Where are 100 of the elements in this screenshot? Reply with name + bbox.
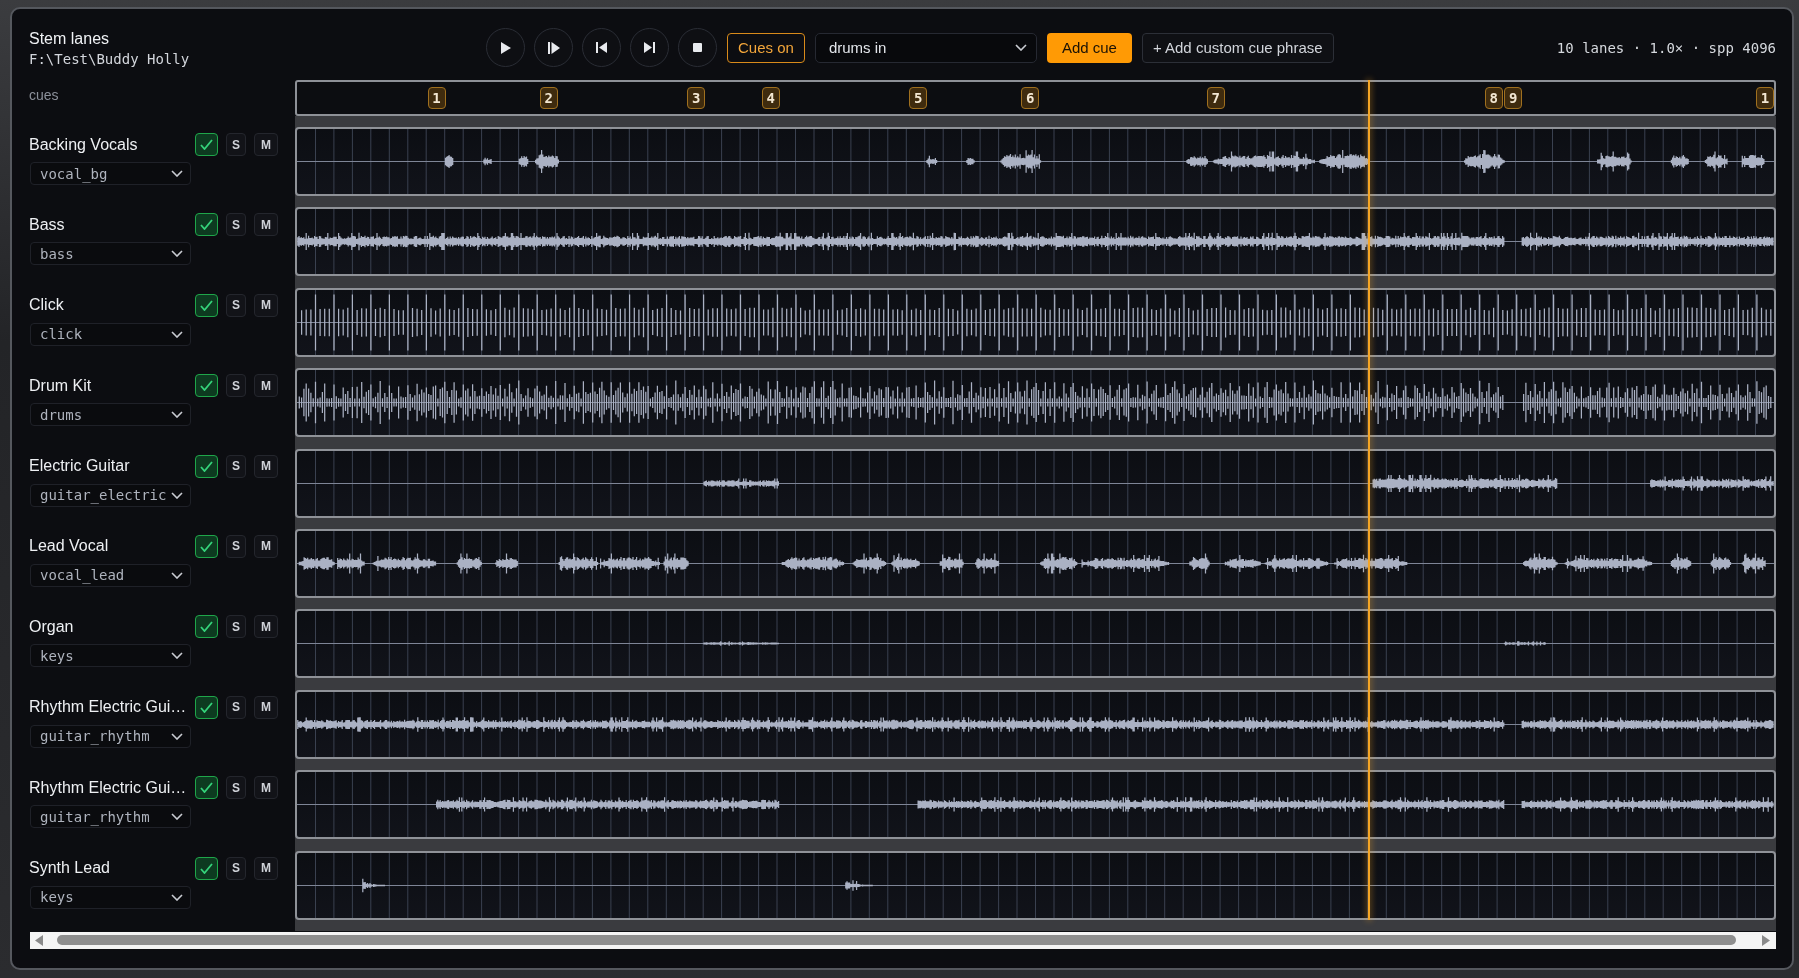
check-icon [200,701,213,713]
cue-select[interactable]: drums in [814,32,1037,63]
mute-button[interactable]: M [254,133,278,156]
solo-button[interactable]: S [226,213,246,237]
solo-button[interactable]: S [226,293,246,317]
cue-marker[interactable]: 3 [687,87,706,109]
cue-marker[interactable]: 7 [1206,87,1225,109]
chevron-down-icon [171,571,183,579]
check-icon [200,862,213,874]
solo-button[interactable]: S [226,776,246,800]
chevron-down-icon [171,652,183,660]
lane-info-text: 10 lanes · 1.0× · spp 4096 [1556,38,1776,57]
mute-button[interactable]: M [254,695,278,719]
mute-button[interactable]: M [254,454,278,478]
chevron-down-icon [171,813,183,821]
cue-marker[interactable]: 8 [1484,87,1503,109]
play-button[interactable] [486,28,525,67]
mute-button[interactable]: M [254,213,278,237]
enable-checkbox[interactable] [195,856,218,880]
cues-toggle-button[interactable]: Cues on [727,32,805,63]
enable-checkbox[interactable] [195,133,218,156]
cue-marker[interactable]: 1 [1756,87,1774,109]
stop-button[interactable] [678,28,717,67]
skip-back-icon [596,42,607,53]
stem-select[interactable]: guitar_electric [30,483,191,507]
enable-checkbox[interactable] [195,454,218,478]
lane-name: Organ [29,616,75,637]
check-icon [200,540,213,552]
stem-select[interactable]: drums [30,403,191,427]
stop-icon [693,43,702,52]
solo-button[interactable]: S [226,133,246,156]
stem-select[interactable]: keys [30,644,191,668]
chevron-down-icon [171,411,183,419]
panel-title: Stem lanes [29,29,110,49]
add-cue-button[interactable]: Add cue [1046,32,1132,63]
chevron-down-icon [171,491,183,499]
enable-checkbox[interactable] [195,374,218,398]
skip-forward-icon [644,42,655,53]
chevron-down-icon [171,732,183,740]
enable-checkbox[interactable] [195,615,218,639]
folder-path: F:\Test\Buddy Holly [29,50,190,68]
enable-checkbox[interactable] [195,534,218,558]
cues-label: cues [29,87,59,103]
play-icon [500,41,511,54]
check-icon [200,219,213,231]
mute-button[interactable]: M [254,776,278,800]
mute-button[interactable]: M [254,856,278,880]
check-icon [200,380,213,392]
cue-marker[interactable]: 2 [539,87,558,109]
skip-forward-button[interactable] [630,28,669,67]
stem-select[interactable]: keys [30,885,191,909]
solo-button[interactable]: S [226,695,246,719]
solo-button[interactable]: S [226,454,246,478]
enable-checkbox[interactable] [195,776,218,800]
mute-button[interactable]: M [254,374,278,398]
lane-name: Rhythm Electric Gui… [29,777,188,798]
solo-button[interactable]: S [226,534,246,558]
add-custom-cue-button[interactable]: + Add custom cue phrase [1141,32,1334,63]
chevron-down-icon [171,170,183,177]
skip-back-button[interactable] [582,28,621,67]
solo-button[interactable]: S [226,374,246,398]
cue-marker[interactable]: 1 [427,87,446,109]
bar-play-icon [547,41,560,54]
stem-select[interactable]: guitar_rhythm [30,724,191,748]
solo-button[interactable]: S [226,615,246,639]
lane-name: Synth Lead [29,858,111,878]
stem-select[interactable]: vocal_bg [30,162,191,185]
check-icon [200,299,213,311]
chevron-down-icon [171,893,183,901]
check-icon [200,139,213,150]
mute-button[interactable]: M [254,534,278,558]
left-triangle-icon[interactable] [35,934,43,946]
cue-marker[interactable]: 9 [1504,87,1523,109]
lane-name: Electric Guitar [29,456,131,477]
check-icon [200,782,213,794]
mute-button[interactable]: M [254,615,278,639]
enable-checkbox[interactable] [195,213,218,237]
stem-select[interactable]: bass [30,242,191,266]
enable-checkbox[interactable] [195,293,218,317]
stem-select[interactable]: guitar_rhythm [30,805,191,829]
playhead-line[interactable] [1367,80,1370,920]
chevron-down-icon [171,330,183,338]
check-icon [200,621,213,633]
stem-select[interactable]: click [30,322,191,346]
mute-button[interactable]: M [254,293,278,317]
lane-name: Click [29,295,65,316]
cue-marker[interactable]: 4 [761,87,780,109]
scrollbar-thumb[interactable] [57,935,1736,946]
lane-name: Rhythm Electric Gui… [29,697,188,718]
right-triangle-icon[interactable] [1762,934,1770,946]
cue-marker[interactable]: 6 [1021,87,1040,109]
chevron-down-icon [1014,44,1027,51]
solo-button[interactable]: S [226,856,246,880]
chevron-down-icon [171,250,183,258]
enable-checkbox[interactable] [195,695,218,719]
cue-marker[interactable]: 5 [909,87,928,109]
lane-name: Lead Vocal [29,536,110,557]
step-play-button[interactable] [534,28,573,67]
stem-select[interactable]: vocal_lead [30,563,191,587]
lane-name: Drum Kit [29,375,93,396]
